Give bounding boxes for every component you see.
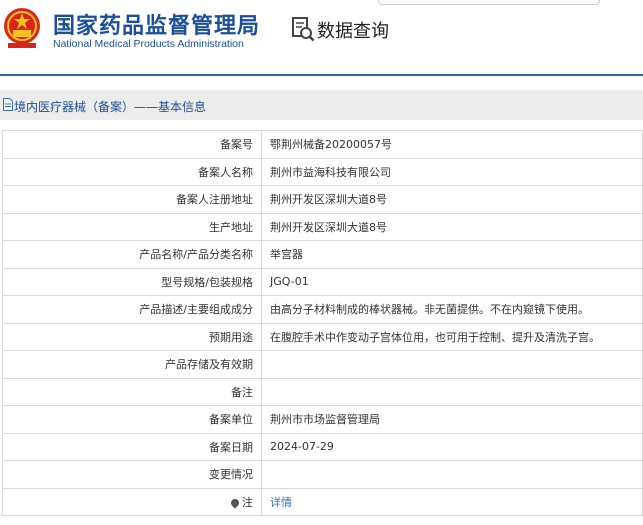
document-icon	[3, 98, 13, 111]
site-header: 国家药品监督管理局 National Medical Products Admi…	[0, 0, 643, 74]
national-emblem-icon	[4, 8, 40, 48]
brand-subtitle: National Medical Products Administration	[53, 38, 244, 50]
row-label: 备案人名称	[2, 157, 262, 186]
row-value: 2024-07-29	[261, 432, 643, 461]
row-value: 在腹腔手术中作变动子宫体位用，也可用于控制、提升及清洗子宫。	[261, 322, 643, 351]
row-label: 产品存储及有效期	[2, 350, 262, 379]
table-row: 产品存储及有效期	[2, 350, 643, 379]
table-row: 预期用途 在腹腔手术中作变动子宫体位用，也可用于控制、提升及清洗子宫。	[2, 322, 643, 351]
section-title: 境内医疗器械（备案）——基本信息	[14, 100, 207, 114]
details-link[interactable]: 详情	[270, 496, 292, 509]
table-row: 变更情况	[2, 460, 643, 489]
table-row: 产品描述/主要组成成分 由高分子材料制成的棒状器械。非无菌提供。不在内窥镜下使用。	[2, 295, 643, 324]
row-value: 荆州开发区深圳大道8号	[261, 212, 643, 241]
note-label: 注	[242, 495, 253, 509]
brand-title: 国家药品监督管理局	[53, 14, 261, 39]
row-value: 荆州开发区深圳大道8号	[261, 185, 643, 214]
table-row: 备案号 鄂荆州械备20200057号	[2, 130, 643, 159]
row-label: 备案号	[2, 130, 262, 159]
row-label: 备案单位	[2, 405, 262, 434]
row-label: 预期用途	[2, 322, 262, 351]
pin-icon	[229, 497, 241, 509]
device-info-table: 备案号 鄂荆州械备20200057号 备案人名称 荆州市益海科技有限公司 备案人注册…	[2, 130, 643, 516]
search-box[interactable]	[378, 0, 600, 5]
row-value: 由高分子材料制成的棒状器械。非无菌提供。不在内窥镜下使用。	[261, 295, 643, 324]
note-label-cell: 注	[2, 487, 262, 516]
row-value	[261, 377, 643, 406]
table-row: 备案日期 2024-07-29	[2, 432, 643, 461]
document-search-icon	[292, 17, 315, 42]
row-value: 鄂荆州械备20200057号	[261, 130, 643, 159]
row-value: 举宫器	[261, 240, 643, 269]
table-row: 产品名称/产品分类名称 举宫器	[2, 240, 643, 269]
row-value	[261, 460, 643, 489]
header-divider	[0, 74, 643, 76]
row-label: 备案日期	[2, 432, 262, 461]
row-value	[261, 350, 643, 379]
row-value: 荆州市益海科技有限公司	[261, 157, 643, 186]
table-row: 备案人名称 荆州市益海科技有限公司	[2, 157, 643, 186]
note-row: 注 详情	[2, 487, 643, 516]
table-row: 生产地址 荆州开发区深圳大道8号	[2, 212, 643, 241]
table-row: 备案单位 荆州市市场监督管理局	[2, 405, 643, 434]
table-row: 备注	[2, 377, 643, 406]
table-row: 备案人注册地址 荆州开发区深圳大道8号	[2, 185, 643, 214]
row-label: 产品描述/主要组成成分	[2, 295, 262, 324]
data-query-link[interactable]: 数据查询	[317, 17, 389, 43]
row-label: 变更情况	[2, 460, 262, 489]
row-label: 产品名称/产品分类名称	[2, 240, 262, 269]
row-label: 备案人注册地址	[2, 185, 262, 214]
row-value: JGQ-01	[261, 267, 643, 296]
section-header: 境内医疗器械（备案）——基本信息	[0, 90, 643, 120]
note-value-cell: 详情	[261, 487, 643, 516]
row-label: 型号规格/包装规格	[2, 267, 262, 296]
row-label: 生产地址	[2, 212, 262, 241]
table-row: 型号规格/包装规格 JGQ-01	[2, 267, 643, 296]
row-label: 备注	[2, 377, 262, 406]
row-value: 荆州市市场监督管理局	[261, 405, 643, 434]
